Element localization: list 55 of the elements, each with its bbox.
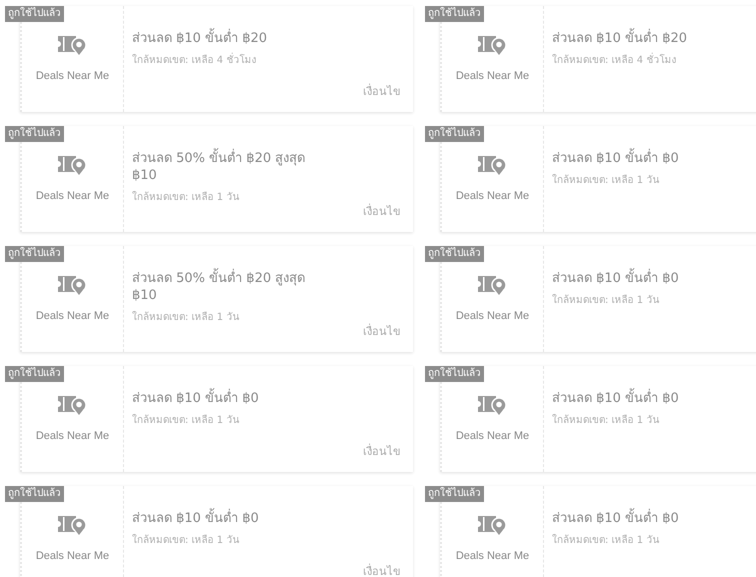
expiry-text: ใกล้หมดเขต: เหลือ 1 วัน [552, 533, 660, 547]
expiry-text: ใกล้หมดเขต: เหลือ 4 ชั่วโมง [132, 52, 401, 67]
expiry-text: ใกล้หมดเขต: เหลือ 1 วัน [132, 310, 240, 324]
used-badge: ถูกใช้ไปแล้ว [5, 366, 64, 382]
used-badge: ถูกใช้ไปแล้ว [425, 126, 484, 142]
conditions-link[interactable]: เงื่อนไข [363, 82, 401, 100]
expiry-text: ใกล้หมดเขต: เหลือ 1 วัน [132, 533, 240, 547]
voucher-title: ส่วนลด ฿10 ขั้นต่ำ ฿0 [132, 390, 332, 407]
ticket-pin-icon [478, 34, 508, 56]
expiry-text: ใกล้หมดเขต: เหลือ 4 ชั่วโมง [552, 52, 756, 67]
brand-name: Deals Near Me [456, 550, 530, 562]
used-badge: ถูกใช้ไปแล้ว [425, 486, 484, 502]
brand-name: Deals Near Me [456, 310, 530, 322]
ticket-pin-icon [478, 394, 508, 416]
used-badge: ถูกใช้ไปแล้ว [5, 246, 64, 262]
brand-name: Deals Near Me [36, 310, 110, 322]
voucher-title: ส่วนลด ฿10 ขั้นต่ำ ฿0 [132, 510, 332, 527]
ticket-pin-icon [58, 34, 88, 56]
conditions-link[interactable]: เงื่อนไข [363, 562, 401, 577]
voucher-title: ส่วนลด ฿10 ขั้นต่ำ ฿0 [552, 270, 752, 287]
voucher-title: ส่วนลด ฿10 ขั้นต่ำ ฿20 [132, 30, 332, 47]
conditions-link[interactable]: เงื่อนไข [363, 202, 401, 220]
voucher-title: ส่วนลด ฿10 ขั้นต่ำ ฿0 [552, 510, 752, 527]
ticket-pin-icon [58, 274, 88, 296]
voucher-title: ส่วนลด 50% ขั้นต่ำ ฿20 สูงสุด ฿10 [132, 270, 332, 304]
conditions-link[interactable]: เงื่อนไข [363, 442, 401, 460]
used-badge: ถูกใช้ไปแล้ว [425, 246, 484, 262]
voucher-title: ส่วนลด ฿10 ขั้นต่ำ ฿0 [552, 150, 752, 167]
voucher-title: ส่วนลด ฿10 ขั้นต่ำ ฿20 [552, 30, 752, 47]
brand-name: Deals Near Me [36, 190, 110, 202]
ticket-pin-icon [58, 514, 88, 536]
used-badge: ถูกใช้ไปแล้ว [5, 486, 64, 502]
used-badge: ถูกใช้ไปแล้ว [425, 366, 484, 382]
expiry-text: ใกล้หมดเขต: เหลือ 1 วัน [132, 413, 240, 427]
brand-name: Deals Near Me [36, 550, 110, 562]
voucher-title: ส่วนลด ฿10 ขั้นต่ำ ฿0 [552, 390, 752, 407]
ticket-pin-icon [478, 274, 508, 296]
voucher-title: ส่วนลด 50% ขั้นต่ำ ฿20 สูงสุด ฿10 [132, 150, 332, 184]
ticket-pin-icon [478, 154, 508, 176]
expiry-text: ใกล้หมดเขต: เหลือ 1 วัน [552, 413, 660, 427]
brand-name: Deals Near Me [456, 430, 530, 442]
ticket-pin-icon [58, 394, 88, 416]
expiry-text: ใกล้หมดเขต: เหลือ 1 วัน [552, 173, 660, 187]
used-badge: ถูกใช้ไปแล้ว [5, 126, 64, 142]
ticket-pin-icon [478, 514, 508, 536]
brand-name: Deals Near Me [456, 190, 530, 202]
used-badge: ถูกใช้ไปแล้ว [5, 6, 64, 22]
used-badge: ถูกใช้ไปแล้ว [425, 6, 484, 22]
conditions-link[interactable]: เงื่อนไข [363, 322, 401, 340]
ticket-pin-icon [58, 154, 88, 176]
brand-name: Deals Near Me [36, 430, 110, 442]
expiry-text: ใกล้หมดเขต: เหลือ 1 วัน [552, 293, 660, 307]
expiry-text: ใกล้หมดเขต: เหลือ 1 วัน [132, 190, 240, 204]
brand-name: Deals Near Me [36, 70, 110, 82]
brand-name: Deals Near Me [456, 70, 530, 82]
